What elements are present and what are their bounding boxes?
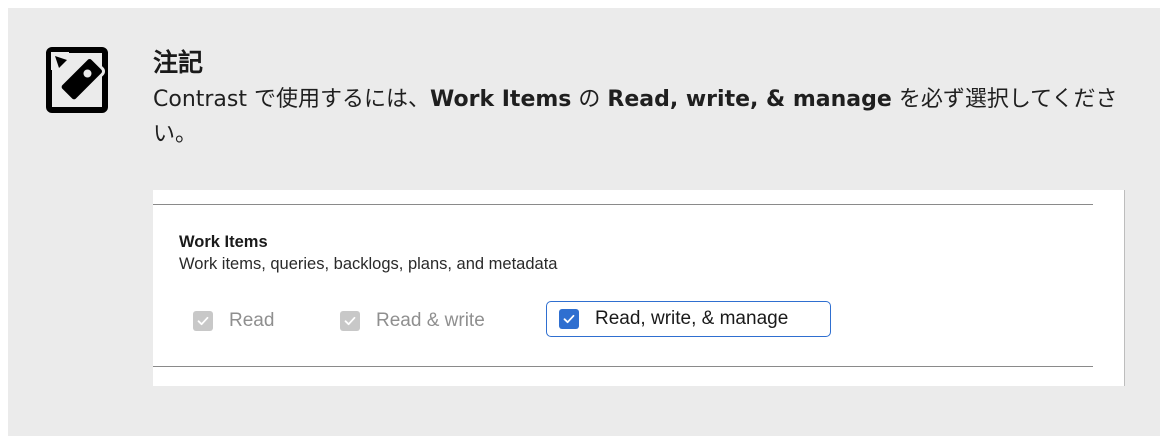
- checkbox-read-write[interactable]: [340, 311, 360, 331]
- divider: [153, 366, 1093, 367]
- option-label: Read, write, & manage: [595, 308, 789, 329]
- note-title: 注記: [153, 48, 204, 77]
- option-read-write[interactable]: Read & write: [340, 304, 485, 338]
- checkbox-read-write-manage[interactable]: [559, 309, 579, 329]
- panel-border: [1124, 190, 1125, 386]
- note-text: Contrast で使用するには、Work Items の Read, writ…: [153, 82, 1143, 152]
- note-text-bold: Read, write, & manage: [607, 87, 892, 112]
- section-title: Work Items: [179, 233, 268, 251]
- note-text-part: の: [571, 87, 608, 112]
- option-read[interactable]: Read: [193, 304, 274, 338]
- note-text-part: Contrast で使用するには、: [153, 87, 430, 112]
- option-read-write-manage[interactable]: Read, write, & manage: [546, 301, 831, 337]
- note-pencil-icon: [46, 47, 108, 113]
- checkbox-read[interactable]: [193, 311, 213, 331]
- divider: [153, 204, 1093, 205]
- checkmark-icon: [344, 316, 356, 326]
- checkmark-icon: [197, 316, 209, 326]
- option-label: Read: [229, 310, 275, 331]
- checkmark-icon: [563, 314, 575, 324]
- permissions-panel: Work Items Work items, queries, backlogs…: [153, 190, 1125, 386]
- note-text-bold: Work Items: [430, 87, 572, 112]
- option-label: Read & write: [376, 310, 485, 331]
- section-description: Work items, queries, backlogs, plans, an…: [179, 255, 558, 273]
